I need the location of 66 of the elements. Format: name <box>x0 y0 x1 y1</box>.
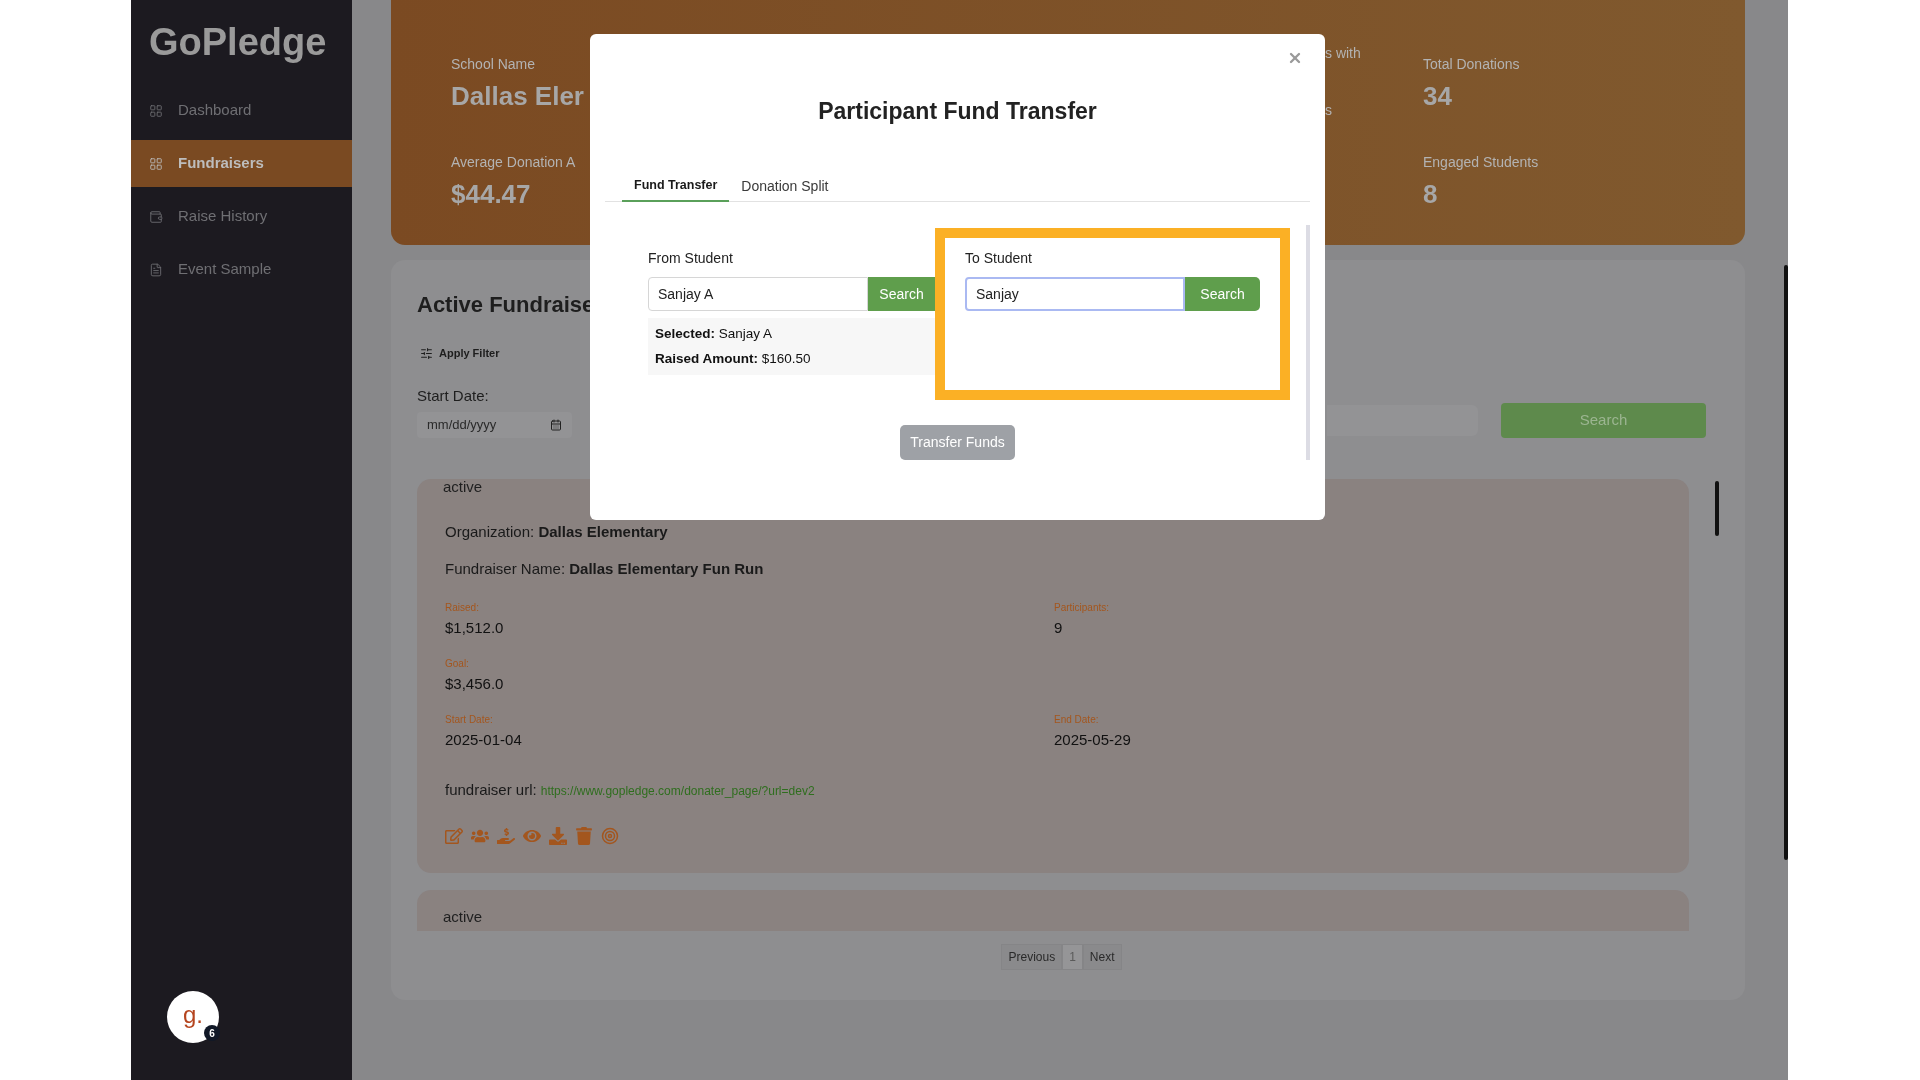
stat-label: Total Donations <box>1423 55 1520 73</box>
previous-button[interactable]: Previous <box>1001 943 1063 970</box>
dialog-title: Participant Fund Transfer <box>817 97 1098 126</box>
avatar-letter: g. <box>183 1003 203 1027</box>
field-label: Start Date: <box>445 713 494 726</box>
avatar[interactable]: g. 6 <box>167 991 219 1043</box>
wallet-icon <box>149 209 163 224</box>
status-text: active <box>443 478 484 495</box>
sidebar-item[interactable]: Dashboard <box>131 87 352 134</box>
field-label: Goal: <box>445 657 470 670</box>
stat-label: s <box>1325 101 1332 119</box>
field-label: Raised: <box>445 601 480 614</box>
sidebar-item[interactable]: Event Sample <box>131 246 352 293</box>
grid-icon <box>149 103 163 118</box>
stat-value: $44.47 <box>451 178 531 211</box>
filter-icon <box>420 346 433 360</box>
status-text: active <box>443 908 484 925</box>
selection-text: Raised Amount: $160.50 <box>655 350 812 368</box>
tab[interactable]: Fund Transfer <box>622 170 730 202</box>
document-icon <box>149 262 163 277</box>
sidebar-item[interactable]: Fundraisers <box>131 140 352 187</box>
date-placeholder: mm/dd/yyyy <box>427 415 497 434</box>
date-field[interactable]: mm/dd/yyyy <box>417 411 572 438</box>
field-label: To Student <box>965 249 1033 267</box>
grid-icon <box>149 156 163 171</box>
field-label: End Date: <box>1054 713 1100 726</box>
logo: GoPledge <box>149 20 328 65</box>
stat-label: School Name <box>451 55 536 73</box>
field-label: Participants: <box>1054 601 1111 614</box>
edit-icon[interactable] <box>445 826 463 845</box>
page-scrollbar-thumb[interactable] <box>1784 265 1788 860</box>
page-button[interactable]: 1 <box>1062 943 1083 970</box>
fundraiser-name-text: Fundraiser Name: Dallas Elementary Fun Run <box>445 558 765 579</box>
stat-value: 8 <box>1423 178 1438 211</box>
field-label: From Student <box>648 249 734 267</box>
url-label: fundraiser url: <box>445 779 537 800</box>
scrollbar-thumb[interactable] <box>1715 480 1719 536</box>
stat-value: Dallas Eler <box>451 80 584 113</box>
field-value: $1,512.0 <box>445 617 505 638</box>
close-button[interactable] <box>1287 50 1303 66</box>
next-button[interactable]: Next <box>1082 943 1122 970</box>
calendar-icon <box>550 418 562 431</box>
field-value: 2025-01-04 <box>445 729 523 750</box>
search-button[interactable]: Search <box>868 277 935 311</box>
sidebar-item[interactable]: Raise History <box>131 193 352 240</box>
field-value: 9 <box>1054 617 1064 638</box>
notification-badge: 6 <box>204 1025 220 1041</box>
panel-title: Active Fundraise <box>417 291 595 319</box>
download-icon[interactable] <box>549 826 567 845</box>
to-student-field[interactable]: Sanjay <box>965 277 1185 311</box>
tab[interactable]: Donation Split <box>729 170 841 202</box>
filter-button[interactable]: Apply Filter <box>417 345 500 362</box>
trash-icon[interactable] <box>575 826 593 845</box>
start-date-label: Start Date: <box>417 385 490 406</box>
field-value: 2025-05-29 <box>1054 729 1132 750</box>
hand-coin-icon[interactable] <box>497 826 515 845</box>
stat-label: s with <box>1325 44 1361 62</box>
target-icon[interactable] <box>601 826 619 845</box>
stat-value: 34 <box>1423 80 1452 113</box>
search-button[interactable]: Search <box>1185 277 1260 311</box>
field-value: $3,456.0 <box>445 673 505 694</box>
organization-text: Organization: Dallas Elementary <box>445 521 669 542</box>
from-student-field[interactable]: Sanjay A <box>648 277 868 311</box>
stat-label: Average Donation A <box>451 153 576 171</box>
stat-label: Engaged Students <box>1423 153 1539 171</box>
selection-text: Selected: Sanjay A <box>655 325 774 343</box>
